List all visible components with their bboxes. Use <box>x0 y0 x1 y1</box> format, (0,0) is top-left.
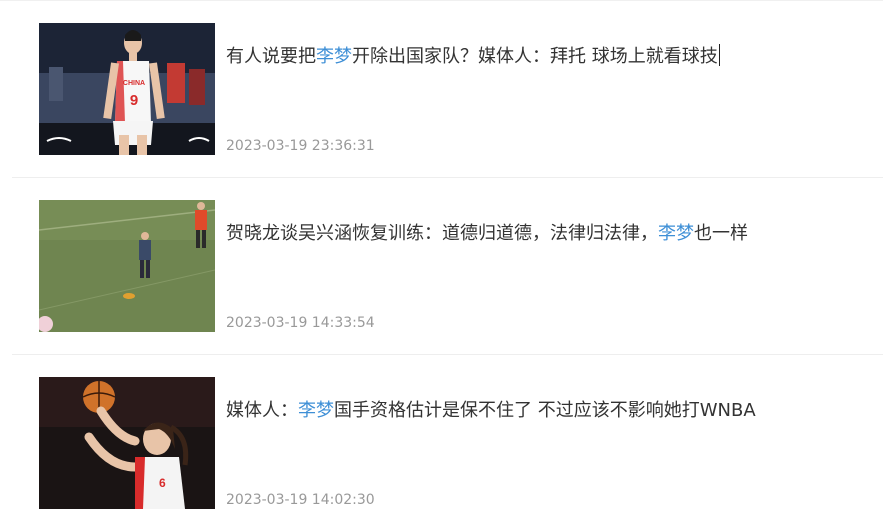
news-title[interactable]: 媒体人：李梦国手资格估计是保不住了 不过应该不影响她打WNBA <box>226 398 756 424</box>
jersey-number: 9 <box>130 92 138 109</box>
title-text: 贺晓龙谈吴兴涵恢复训练：道德归道德，法律归法律， <box>226 223 658 244</box>
news-item[interactable]: 6 媒体人：李梦国手资格估计是保不住了 不过应该不影响她打WNBA 2023-0… <box>0 355 883 525</box>
title-text: 也一样 <box>694 223 748 244</box>
title-text: 开除出国家队？媒体人：拜托 球场上就看球技 <box>352 46 718 67</box>
layup-action-photo: 6 <box>39 377 215 509</box>
highlight-name[interactable]: 李梦 <box>658 223 694 244</box>
text-cursor <box>718 44 720 66</box>
training-field-photo <box>39 200 215 332</box>
news-timestamp: 2023-03-19 14:02:30 <box>226 492 375 508</box>
news-list: CHINA 9 有人说要把李梦开除出国家队？媒体人：拜托 球场上就看球技 202… <box>0 0 883 525</box>
title-text: 有人说要把 <box>226 46 316 67</box>
news-thumbnail[interactable] <box>39 200 215 332</box>
highlight-name[interactable]: 李梦 <box>316 46 352 67</box>
news-thumbnail[interactable]: 6 <box>39 377 215 509</box>
news-title[interactable]: 贺晓龙谈吴兴涵恢复训练：道德归道德，法律归法律，李梦也一样 <box>226 221 748 247</box>
news-title[interactable]: 有人说要把李梦开除出国家队？媒体人：拜托 球场上就看球技 <box>226 44 720 70</box>
news-timestamp: 2023-03-19 14:33:54 <box>226 315 375 331</box>
player-photo: CHINA 9 <box>39 23 215 155</box>
title-text: 媒体人： <box>226 400 298 421</box>
news-timestamp: 2023-03-19 23:36:31 <box>226 138 375 154</box>
news-item[interactable]: 贺晓龙谈吴兴涵恢复训练：道德归道德，法律归法律，李梦也一样 2023-03-19… <box>0 178 883 355</box>
title-text: 国手资格估计是保不住了 不过应该不影响她打WNBA <box>334 400 756 421</box>
highlight-name[interactable]: 李梦 <box>298 400 334 421</box>
news-thumbnail[interactable]: CHINA 9 <box>39 23 215 155</box>
news-item[interactable]: CHINA 9 有人说要把李梦开除出国家队？媒体人：拜托 球场上就看球技 202… <box>0 1 883 178</box>
svg-text:6: 6 <box>159 476 166 490</box>
jersey-text: CHINA <box>123 80 145 87</box>
